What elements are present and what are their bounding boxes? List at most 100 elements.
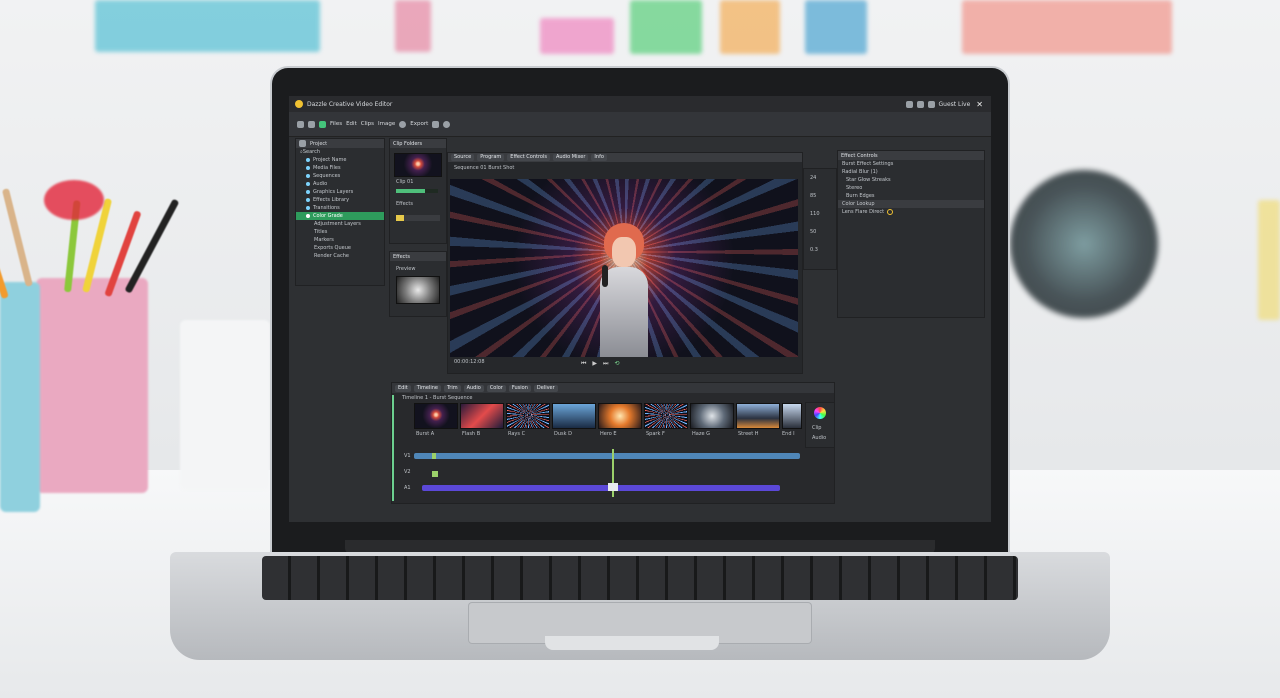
crop-icon[interactable] [308,120,315,128]
timeline-clip-thumbnail[interactable] [552,403,596,429]
timeline-clip-thumbnail[interactable] [506,403,550,429]
toolbar-files[interactable]: Files [330,121,342,127]
tab-trim[interactable]: Trim [443,384,461,392]
tab-color[interactable]: Color [486,384,506,392]
tab-timeline[interactable]: Timeline [413,384,441,392]
list-item-label: Transitions [313,205,340,211]
inspector-item[interactable]: Color Lookup [838,200,984,208]
color-wheel-icon[interactable] [814,407,826,419]
list-item[interactable]: Exports Queue [296,244,384,252]
clip-progress-bar [396,189,438,193]
list-item[interactable]: Titles [296,228,384,236]
timeline-clip-label: Haze G [692,431,710,437]
media-bin-panel: Clip Folders Clip 01 Effects [389,138,447,244]
clip-label: Clip 01 [396,179,414,185]
list-item[interactable]: Effects Library [296,196,384,204]
toggle-icon[interactable] [887,209,894,215]
preview-label: Preview [396,266,416,272]
list-item[interactable]: Markers [296,236,384,244]
tab-effect-controls[interactable]: Effect Controls [507,154,550,161]
play-icon[interactable]: ▶ [592,360,597,368]
list-item[interactable]: Graphics Layers [296,188,384,196]
track-label-a1: A1 [404,485,411,491]
globe-icon[interactable] [399,120,407,128]
tab-source[interactable]: Source [451,154,475,161]
list-item[interactable]: Audio [296,180,384,188]
sequence-name: Timeline 1 - Burst Sequence [402,395,473,401]
timeline-clip-thumbnail[interactable] [690,403,734,429]
rewind-icon[interactable]: ⏮ [581,360,586,368]
tab-audio[interactable]: Audio [463,384,484,392]
list-item[interactable]: Adjustment Layers [296,220,384,228]
list-item[interactable]: Transitions [296,204,384,212]
viewer-timecode: 00:00:12:08 [454,359,485,365]
inspector-item[interactable]: Lens Flare Direct [838,208,984,216]
timeline-clip-thumbnail[interactable] [598,403,642,429]
list-item-label: Render Cache [314,253,349,259]
brush-icon[interactable] [297,120,304,128]
list-item[interactable]: Render Cache [296,252,384,260]
inspector-item-label: Radial Blur (1) [842,169,878,175]
list-item[interactable]: Sequences [296,172,384,180]
loop-icon[interactable]: ⟲ [614,360,619,368]
inspector-item[interactable]: Star Glow Streaks [838,176,984,184]
project-search[interactable]: ⌕ Search [296,148,384,156]
inspector-item[interactable]: Radial Blur (1) [838,168,984,176]
grid-icon[interactable] [299,140,306,147]
list-item-label: Titles [314,229,328,235]
tab-info[interactable]: Info [591,154,607,161]
effect-param-label: 24 [810,175,817,181]
track-marker[interactable] [432,453,436,459]
effects-preview-panel: Effects Preview [389,251,447,317]
inspector-item[interactable]: Burst Effect Settings [838,160,984,168]
inspector-item-label: Burn Edges [846,193,875,199]
camera-icon[interactable] [432,120,440,128]
track-label-v1: V1 [404,453,411,459]
tab-fusion[interactable]: Fusion [508,384,531,392]
list-item[interactable]: Project Name [296,156,384,164]
tab-edit[interactable]: Edit [395,384,411,392]
cut-icon[interactable] [319,120,326,128]
playhead-handle[interactable] [608,483,618,491]
timeline-clip-thumbnail[interactable] [460,403,504,429]
background-box-coral [962,0,1172,54]
inspector-title: Effect Controls [841,152,878,159]
clip-thumbnail[interactable] [394,153,442,177]
list-item[interactable]: Media Files [296,164,384,172]
list-item-label: Exports Queue [314,245,351,251]
user-icon[interactable] [927,100,935,108]
video-frame [450,179,798,357]
performer-figure [600,223,648,357]
toolbar-export[interactable]: Export [410,121,428,127]
tab-audio-mixer[interactable]: Audio Mixer [552,154,589,161]
timeline-clip-thumbnail[interactable] [782,403,802,429]
background-box-blue [805,0,867,54]
audio-track-bar[interactable] [422,485,780,491]
track-marker[interactable] [432,471,438,477]
timeline-clip-thumbnail[interactable] [736,403,780,429]
timeline-clip-thumbnail[interactable] [414,403,458,429]
share-icon[interactable] [905,100,913,108]
preview-thumbnail[interactable] [396,276,440,304]
inspector-item[interactable]: Burn Edges [838,192,984,200]
search-placeholder: Search [302,149,320,155]
viewer-panel: Source Program Effect Controls Audio Mix… [447,152,803,374]
forward-icon[interactable]: ⏭ [603,360,608,368]
toolbar-image[interactable]: Image [378,121,395,127]
close-icon[interactable]: ✕ [976,100,983,109]
settings-icon[interactable] [916,100,924,108]
timeline-clip-thumbnail[interactable] [644,403,688,429]
effects-preview-header: Effects [390,252,446,261]
timeline-clip-label: Burst A [416,431,435,437]
timeline-scrollbar[interactable] [392,395,394,501]
list-item-label: Audio [313,181,328,187]
tab-program[interactable]: Program [477,154,505,161]
list-item-selected[interactable]: Color Grade [296,212,384,220]
account-label[interactable]: Guest Live [939,101,971,108]
toolbar-clips[interactable]: Clips [361,121,374,127]
tab-deliver[interactable]: Deliver [533,384,558,392]
info-icon[interactable] [443,120,451,128]
video-track-bar[interactable] [414,453,800,459]
toolbar-edit[interactable]: Edit [346,121,357,127]
inspector-item[interactable]: Stereo [838,184,984,192]
